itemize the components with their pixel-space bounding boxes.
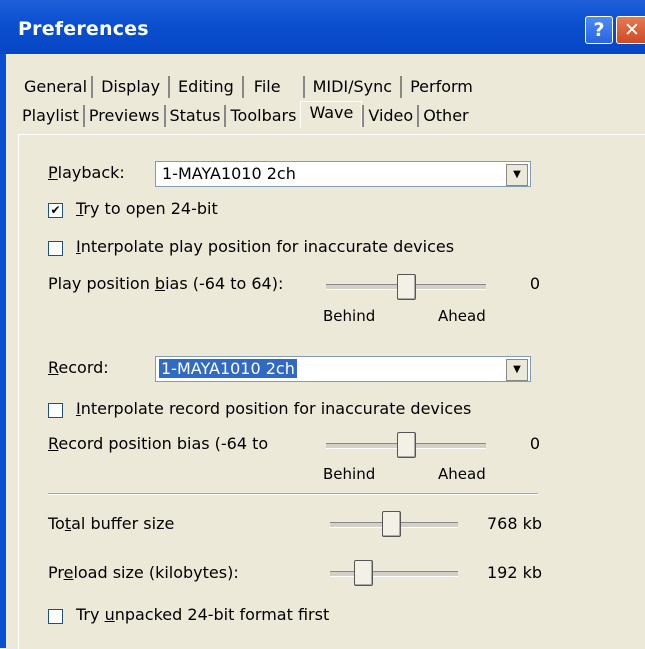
tab-perform[interactable]: Perform: [402, 76, 481, 98]
total-buffer-label: Total buffer size: [48, 514, 175, 533]
interpolate-record-checkbox[interactable]: [48, 403, 63, 418]
tab-status[interactable]: Status: [166, 105, 227, 127]
tab-previews[interactable]: Previews: [85, 105, 166, 127]
window-frame: [0, 54, 6, 648]
play-bias-slider-thumb[interactable]: [397, 274, 416, 300]
tab-row-1: General Display Editing File MIDI/Sync Perfor…: [20, 76, 481, 102]
playback-device-value: 1-MAYA1010 2ch: [162, 164, 296, 183]
tab-display[interactable]: Display: [93, 76, 171, 98]
chevron-down-icon[interactable]: ▼: [506, 164, 528, 186]
close-button[interactable]: ✕: [616, 16, 645, 44]
record-bias-ahead-label: Ahead: [438, 465, 486, 483]
play-bias-value: 0: [529, 274, 540, 293]
tab-general[interactable]: General: [20, 76, 94, 98]
playback-label: Playback:: [48, 163, 125, 182]
total-buffer-value: 768 kb: [486, 514, 542, 533]
total-buffer-slider-thumb[interactable]: [382, 511, 401, 537]
preload-size-value: 192 kb: [486, 563, 542, 582]
try-24bit-label: Try to open 24-bit: [76, 199, 218, 218]
record-bias-slider-thumb[interactable]: [397, 432, 416, 458]
playback-device-select[interactable]: 1-MAYA1010 2ch ▼: [155, 161, 531, 187]
tab-other[interactable]: Other: [419, 105, 472, 127]
record-bias-value: 0: [529, 434, 540, 453]
tab-playlist[interactable]: Playlist: [18, 105, 85, 127]
interpolate-play-label: Interpolate play position for inaccurate…: [76, 237, 455, 256]
close-icon: ✕: [624, 19, 640, 41]
try-24bit-checkbox[interactable]: ✔: [48, 203, 63, 218]
title-bar: Preferences ? ✕: [0, 0, 645, 54]
tab-toolbars[interactable]: Toolbars: [226, 105, 300, 127]
preload-size-slider-track[interactable]: [330, 571, 458, 577]
interpolate-play-checkbox[interactable]: [48, 241, 63, 256]
tab-editing[interactable]: Editing: [170, 76, 244, 98]
play-bias-ahead-label: Ahead: [438, 307, 486, 325]
record-label: Record:: [48, 358, 109, 377]
tab-row-2: Playlist Previews Status Toolbars Wave Video O…: [18, 101, 473, 130]
unpacked-24bit-label: Try unpacked 24-bit format first: [76, 605, 330, 624]
window-title: Preferences: [18, 18, 149, 40]
tab-wave[interactable]: Wave: [300, 101, 363, 128]
play-bias-behind-label: Behind: [323, 307, 376, 325]
help-icon: ?: [593, 19, 605, 41]
record-bias-behind-label: Behind: [323, 465, 376, 483]
unpacked-24bit-checkbox[interactable]: [48, 609, 63, 624]
record-device-select[interactable]: 1-MAYA1010 2ch ▼: [155, 356, 531, 382]
tab-midi-sync[interactable]: MIDI/Sync: [305, 76, 403, 98]
play-bias-label: Play position bias (-64 to 64):: [48, 274, 284, 293]
record-device-value: 1-MAYA1010 2ch: [159, 359, 297, 378]
preload-size-slider-thumb[interactable]: [354, 560, 373, 586]
preload-size-label: Preload size (kilobytes):: [48, 563, 239, 582]
tab-video[interactable]: Video: [362, 105, 420, 127]
tab-file[interactable]: File: [244, 76, 305, 98]
chevron-down-icon[interactable]: ▼: [506, 359, 528, 381]
section-divider: [48, 493, 538, 495]
record-bias-label: Record position bias (-64 to: [48, 434, 269, 453]
help-button[interactable]: ?: [585, 16, 613, 44]
interpolate-record-label: Interpolate record position for inaccura…: [76, 399, 472, 418]
